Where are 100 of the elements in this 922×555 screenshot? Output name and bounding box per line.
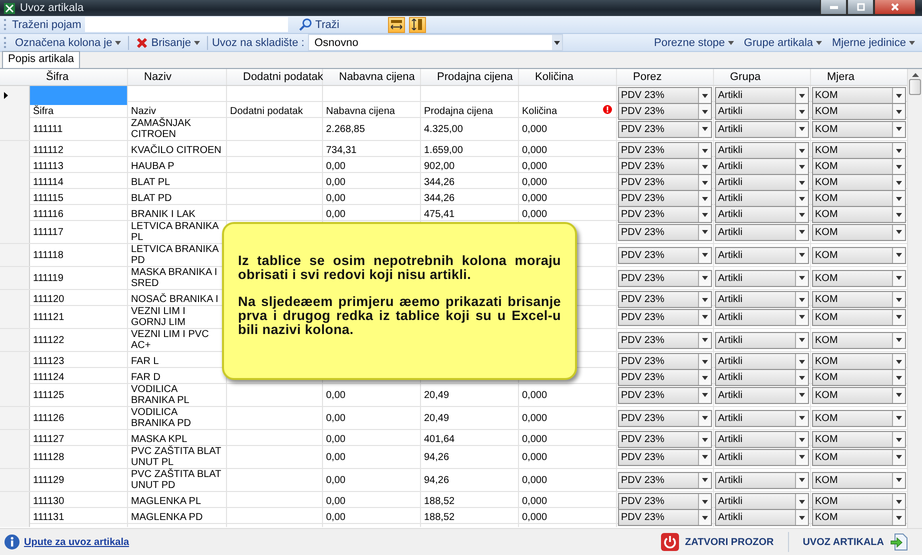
cell-dropdown[interactable]: Artikli <box>715 472 809 488</box>
cell-dropdown[interactable]: Artikli <box>715 158 809 175</box>
cell-dropdown[interactable]: Artikli <box>715 410 809 426</box>
column-header[interactable]: Porez <box>617 69 714 85</box>
minimize-button[interactable] <box>820 0 847 15</box>
cell-dropdown[interactable]: Artikli <box>715 353 809 370</box>
cell-dropdown[interactable]: PDV 23% <box>618 431 712 448</box>
cell-dropdown[interactable]: KOM <box>812 332 906 348</box>
cell-dropdown[interactable]: Artikli <box>715 431 809 448</box>
cell-dropdown[interactable]: KOM <box>812 369 906 386</box>
cell-dropdown[interactable]: Artikli <box>715 448 809 466</box>
selected-cell[interactable] <box>30 86 128 105</box>
cell-dropdown[interactable]: Artikli <box>715 332 809 348</box>
cell-dropdown[interactable]: PDV 23% <box>618 353 712 370</box>
cell-dropdown[interactable]: KOM <box>812 206 906 223</box>
autofit-columns-button[interactable] <box>388 16 406 32</box>
cell-dropdown[interactable]: KOM <box>812 431 906 448</box>
cell-dropdown[interactable]: PDV 23% <box>618 291 712 308</box>
cell-dropdown[interactable]: Artikli <box>715 291 809 308</box>
column-header[interactable]: Grupa <box>714 69 811 85</box>
table-row[interactable]: 111127 MASKA KPL 0,00 401,64 0,000 PDV 23% Artikli KOM <box>0 430 907 446</box>
maximize-button[interactable] <box>847 0 874 15</box>
cell-dropdown[interactable]: Artikli <box>715 386 809 404</box>
warehouse-dropdown[interactable]: Osnovno <box>308 34 564 51</box>
cell-dropdown[interactable]: Artikli <box>715 270 809 286</box>
cell-dropdown[interactable]: PDV 23% <box>618 120 712 138</box>
cell-dropdown[interactable]: PDV 23% <box>618 410 712 426</box>
cell-dropdown[interactable]: Artikli <box>715 174 809 191</box>
toolbar-menu[interactable]: Grupe artikala <box>740 34 826 50</box>
cell-dropdown[interactable]: PDV 23% <box>618 369 712 386</box>
cell-dropdown[interactable]: PDV 23% <box>618 103 712 120</box>
cell-dropdown[interactable]: PDV 23% <box>618 224 712 240</box>
toolbar-menu[interactable]: Mjerne jedinice <box>829 34 918 50</box>
cell-dropdown[interactable]: KOM <box>812 448 906 466</box>
search-button[interactable]: Traži <box>296 16 342 32</box>
cell-dropdown[interactable]: KOM <box>812 87 906 104</box>
cell-dropdown[interactable]: KOM <box>812 353 906 370</box>
cell-dropdown[interactable]: KOM <box>812 174 906 191</box>
cell-dropdown[interactable]: KOM <box>812 509 906 526</box>
cell-dropdown[interactable]: KOM <box>812 158 906 175</box>
cell-dropdown[interactable]: Artikli <box>715 224 809 240</box>
cell-dropdown[interactable]: Artikli <box>715 369 809 386</box>
cell-dropdown[interactable]: KOM <box>812 142 906 159</box>
cell-dropdown[interactable]: Artikli <box>715 246 809 264</box>
cell-dropdown[interactable]: KOM <box>812 493 906 510</box>
column-header[interactable]: Šifra <box>30 69 128 85</box>
cell-dropdown[interactable]: PDV 23% <box>618 472 712 488</box>
cell-dropdown[interactable]: KOM <box>812 410 906 426</box>
column-header[interactable]: Količina <box>519 69 617 85</box>
table-row[interactable]: 111111 ZAMAŠNJAK CITROEN 2.268,85 4.325,00 0,000 PDV 23% Artikli KOM <box>0 118 907 141</box>
cell-dropdown[interactable]: PDV 23% <box>618 246 712 264</box>
scroll-up-icon[interactable] <box>912 73 918 77</box>
cell-dropdown[interactable]: KOM <box>812 103 906 120</box>
cell-dropdown[interactable]: KOM <box>812 224 906 240</box>
cell-dropdown[interactable]: PDV 23% <box>618 509 712 526</box>
cell-dropdown[interactable]: PDV 23% <box>618 174 712 191</box>
cell-dropdown[interactable]: PDV 23% <box>618 87 712 104</box>
help-link[interactable]: Upute za uvoz artikala <box>24 536 130 548</box>
cell-dropdown[interactable]: Artikli <box>715 103 809 120</box>
delete-menu[interactable]: Brisanje <box>133 34 203 50</box>
column-header[interactable]: Dodatni podatak <box>227 69 323 85</box>
cell-dropdown[interactable]: PDV 23% <box>618 270 712 286</box>
cell-dropdown[interactable]: PDV 23% <box>618 332 712 348</box>
table-row[interactable]: 111129 PVC ZAŠTITA BLAT UNUT PD 0,00 94,26 0,000 PDV 23% Artikli KOM <box>0 469 907 492</box>
cell-dropdown[interactable]: PDV 23% <box>618 206 712 223</box>
table-row[interactable]: Šifra Naziv Dodatni podatak Nabavna cijena Prodajna cijena Količina PDV 23% Artikli KOM <box>0 102 907 118</box>
table-row[interactable]: 111126 VODILICA BRANIKA PD 0,00 20,49 0,000 PDV 23% Artikli KOM <box>0 407 907 430</box>
cell-dropdown[interactable]: Artikli <box>715 206 809 223</box>
cell-dropdown[interactable]: KOM <box>812 386 906 404</box>
cell-dropdown[interactable]: PDV 23% <box>618 308 712 326</box>
import-button[interactable]: UVOZ ARTIKALA <box>792 529 918 555</box>
cell-dropdown[interactable]: KOM <box>812 291 906 308</box>
column-header[interactable]: Naziv <box>128 69 227 85</box>
column-header[interactable]: Prodajna cijena <box>421 69 519 85</box>
table-row[interactable]: 111128 PVC ZAŠTITA BLAT UNUT PL 0,00 94,26 0,000 PDV 23% Artikli KOM <box>0 446 907 469</box>
cell-dropdown[interactable]: PDV 23% <box>618 448 712 466</box>
cell-dropdown[interactable]: KOM <box>812 270 906 286</box>
close-window-button[interactable]: ZATVORI PROZOR <box>651 529 784 555</box>
cell-dropdown[interactable]: KOM <box>812 246 906 264</box>
table-row[interactable]: 111131 MAGLENKA PD 0,00 188,52 0,000 PDV 23% Artikli KOM <box>0 508 907 524</box>
cell-dropdown[interactable]: Artikli <box>715 308 809 326</box>
cell-dropdown[interactable]: PDV 23% <box>618 493 712 510</box>
cell-dropdown[interactable]: KOM <box>812 308 906 326</box>
scrollbar-thumb[interactable] <box>909 79 921 95</box>
cell-dropdown[interactable]: Artikli <box>715 142 809 159</box>
cell-dropdown[interactable]: Artikli <box>715 509 809 526</box>
marked-column-menu[interactable]: Označena kolona je <box>12 34 124 50</box>
cell-dropdown[interactable]: PDV 23% <box>618 386 712 404</box>
cell-dropdown[interactable]: Artikli <box>715 493 809 510</box>
autofit-rows-button[interactable] <box>409 16 426 32</box>
toolbar-menu[interactable]: Porezne stope <box>650 34 737 50</box>
close-button[interactable] <box>874 0 916 15</box>
tab[interactable]: Popis artikala <box>2 51 80 68</box>
cell-dropdown[interactable]: KOM <box>812 190 906 207</box>
table-row[interactable]: 111125 VODILICA BRANIKA PL 0,00 20,49 0,000 PDV 23% Artikli KOM <box>0 384 907 407</box>
cell-dropdown[interactable]: Artikli <box>715 87 809 104</box>
cell-dropdown[interactable]: Artikli <box>715 190 809 207</box>
cell-dropdown[interactable]: KOM <box>812 472 906 488</box>
cell-dropdown[interactable]: Artikli <box>715 120 809 138</box>
cell-dropdown[interactable]: PDV 23% <box>618 142 712 159</box>
